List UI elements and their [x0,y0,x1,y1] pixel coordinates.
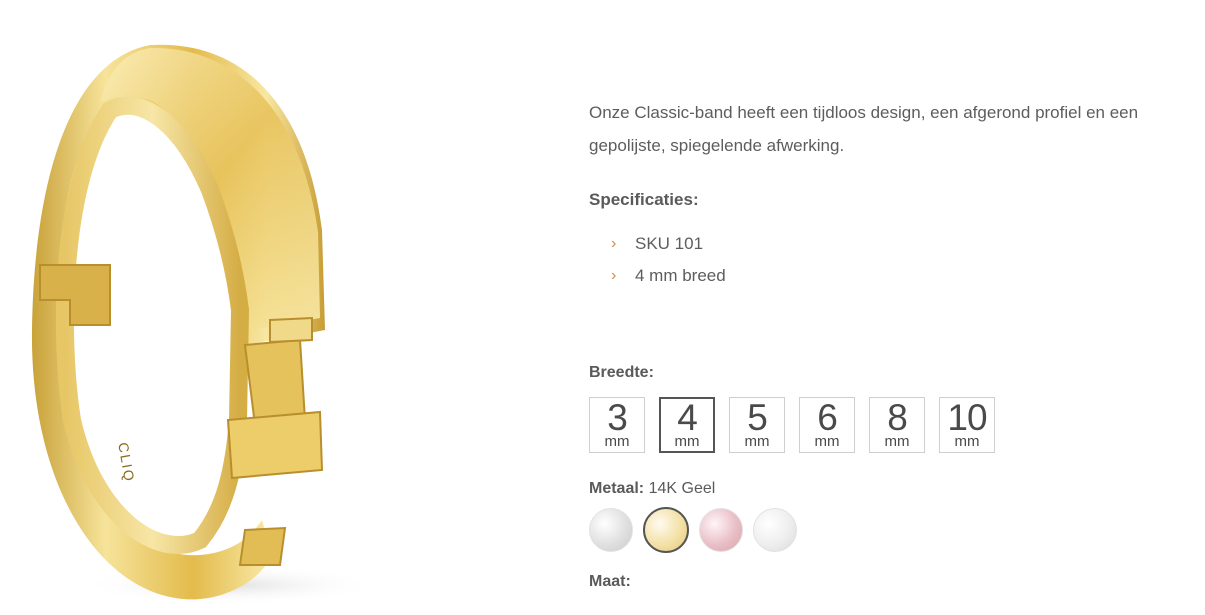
metal-swatch-platinum[interactable] [753,508,797,552]
width-options: 3 mm 4 mm 5 mm 6 mm 8 mm 10 mm [589,397,995,453]
chevron-right-icon: › [611,267,617,284]
width-option-10[interactable]: 10 mm [939,397,995,453]
width-option-3[interactable]: 3 mm [589,397,645,453]
spec-item-label: 4 mm breed [635,266,726,285]
engraving-text: CLIQ [115,441,138,484]
list-item: › 4 mm breed [589,260,1189,292]
metal-options [589,507,797,553]
width-label: Breedte: [589,364,654,381]
product-image: CLIQ [0,0,420,615]
spec-list: › SKU 101 › 4 mm breed [589,228,1189,292]
specs-title: Specificaties: [589,190,699,209]
metal-label: Metaal: 14K Geel [589,480,716,497]
width-option-5[interactable]: 5 mm [729,397,785,453]
metal-swatch-white-gold[interactable] [589,508,633,552]
product-info: Onze Classic-band heeft een tijdloos des… [589,96,1189,292]
metal-swatch-yellow-gold[interactable] [643,507,689,553]
chevron-right-icon: › [611,235,617,252]
spec-item-label: SKU 101 [635,234,704,253]
list-item: › SKU 101 [589,228,1189,260]
metal-swatch-rose-gold[interactable] [699,508,743,552]
width-option-4[interactable]: 4 mm [659,397,715,453]
metal-selected-name: 14K Geel [648,480,716,497]
width-option-6[interactable]: 6 mm [799,397,855,453]
product-description: Onze Classic-band heeft een tijdloos des… [589,103,1139,155]
size-label: Maat: [589,573,631,590]
width-option-8[interactable]: 8 mm [869,397,925,453]
